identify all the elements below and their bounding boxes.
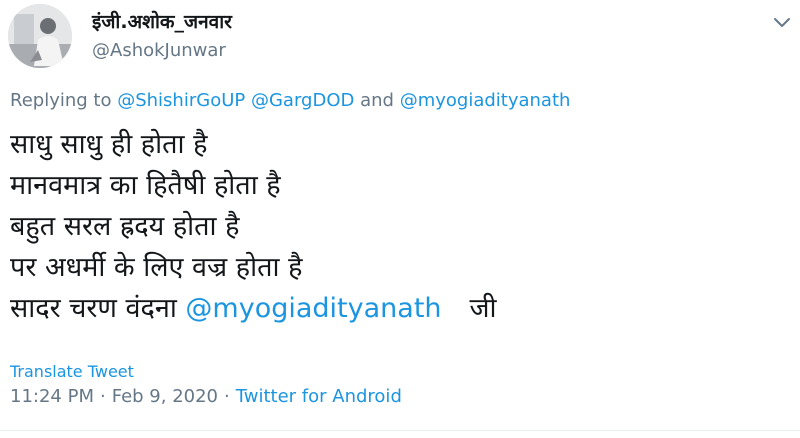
tweet-line: साधु साधु ही होता है (10, 129, 208, 160)
tweet-line: बहुत सरल ह्रदय होता है (10, 211, 240, 242)
tweet-source-link[interactable]: Twitter for Android (236, 386, 402, 407)
tweet-line-text: सादर चरण वंदना (10, 293, 177, 324)
replying-to: Replying to @ShishirGoUP @GargDOD and @m… (10, 90, 570, 111)
mention-link[interactable]: @GargDOD (251, 90, 354, 111)
replying-to-conjunction: and (360, 90, 394, 111)
replying-to-prefix: Replying to (10, 90, 112, 111)
tweet-line-suffix: जी (469, 293, 497, 324)
author-handle[interactable]: @AshokJunwar (92, 40, 226, 61)
chevron-down-icon[interactable] (772, 14, 792, 28)
author-display-name[interactable]: इंजी.अशोक_जनवार (92, 8, 232, 34)
avatar-photo (8, 4, 72, 68)
tweet-meta: 11:24 PM · Feb 9, 2020 · Twitter for Android (10, 386, 402, 407)
tweet-line: पर अधर्मी के लिए वज्र होता है (10, 252, 303, 283)
tweet-text: साधु साधु ही होता है मानवमात्र का हितैषी… (10, 124, 790, 329)
meta-separator: · (224, 386, 230, 407)
tweet-time[interactable]: 11:24 PM (10, 386, 94, 407)
avatar[interactable] (8, 4, 72, 68)
tweet-line: सादर चरण वंदना @myogiadityanath जी (10, 288, 790, 329)
divider (0, 430, 800, 431)
meta-separator: · (99, 386, 106, 407)
mention-link[interactable]: @myogiadityanath (185, 293, 441, 324)
mention-link[interactable]: @myogiadityanath (400, 90, 571, 111)
translate-tweet-link[interactable]: Translate Tweet (10, 362, 134, 381)
tweet-date[interactable]: Feb 9, 2020 (112, 386, 218, 407)
tweet-line: मानवमात्र का हितैषी होता है (10, 170, 281, 201)
mention-link[interactable]: @ShishirGoUP (117, 90, 245, 111)
